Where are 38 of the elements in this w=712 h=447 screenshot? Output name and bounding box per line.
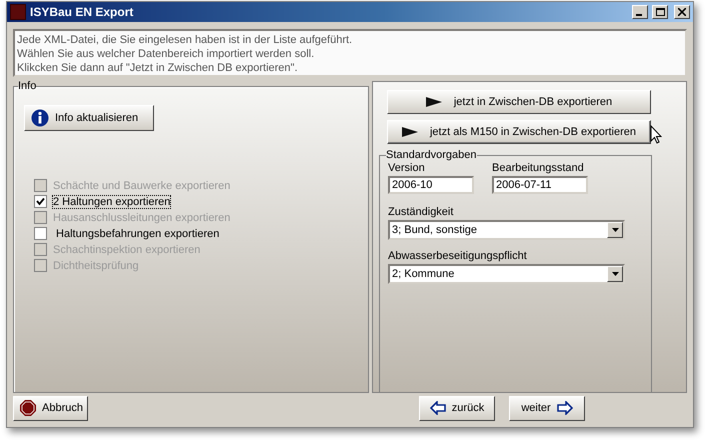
dropdown[interactable]: 3; Bund, sonstige (388, 220, 625, 240)
checkbox-label: Haltungsbefahrungen exportieren (55, 228, 220, 240)
maximize-icon (656, 8, 664, 16)
status-field[interactable]: 2006-07-11 (492, 176, 588, 194)
close-icon (678, 8, 686, 16)
checkbox-label: Schächte und Bauwerke exportieren (53, 180, 230, 192)
right-arrow-icon (556, 401, 573, 415)
dropdown-label: Zuständigkeit (388, 206, 454, 218)
export-button[interactable]: jetzt in Zwischen-DB exportieren (387, 90, 651, 114)
refresh-info-button[interactable]: Info aktualisieren (24, 105, 154, 131)
maximize-button[interactable] (652, 5, 668, 19)
mouse-cursor-icon (650, 125, 662, 144)
play-icon (402, 127, 418, 137)
minimize-button[interactable] (632, 5, 648, 19)
play-icon (426, 97, 442, 107)
version-label: Version (388, 162, 426, 174)
checkbox-label: Hausanschlussleitungen exportieren (53, 212, 230, 224)
left-arrow-icon (430, 401, 446, 415)
next-button[interactable]: weiter (509, 396, 585, 420)
stop-sign-icon (20, 400, 36, 416)
info-legend: Info (18, 81, 36, 91)
window-title: ISYBau EN Export (30, 5, 134, 19)
info-icon (31, 109, 49, 127)
dropdown[interactable]: 2; Kommune (388, 264, 625, 284)
version-field[interactable]: 2006-10 (388, 176, 474, 194)
status-label: Bearbeitungsstand (492, 162, 585, 174)
cancel-button[interactable]: Abbruch (13, 396, 88, 420)
close-button[interactable] (674, 5, 690, 19)
app-icon (10, 4, 26, 20)
checkbox[interactable] (34, 227, 47, 240)
checkbox-label: Schachtinspektion exportieren (53, 244, 200, 256)
instructions-text: Jede XML-Datei, die Sie eingelesen haben ist in der Liste aufgeführt. Wählen Sie aus welcher Datenbereich importiert werden soll. Klikcken Sie dann auf "Jetzt in Zwischen DB exportieren". (13, 29, 687, 77)
dropdown-label: Abwasserbeseitigungspflicht (388, 250, 528, 262)
checkbox-label: 2 Haltungen exportieren (53, 196, 170, 208)
checkbox[interactable] (34, 195, 47, 208)
checkbox-label: Dichtheitsprüfung (53, 260, 139, 272)
defaults-legend: Standardvorgaben (386, 150, 477, 160)
back-button[interactable]: zurück (419, 396, 495, 420)
